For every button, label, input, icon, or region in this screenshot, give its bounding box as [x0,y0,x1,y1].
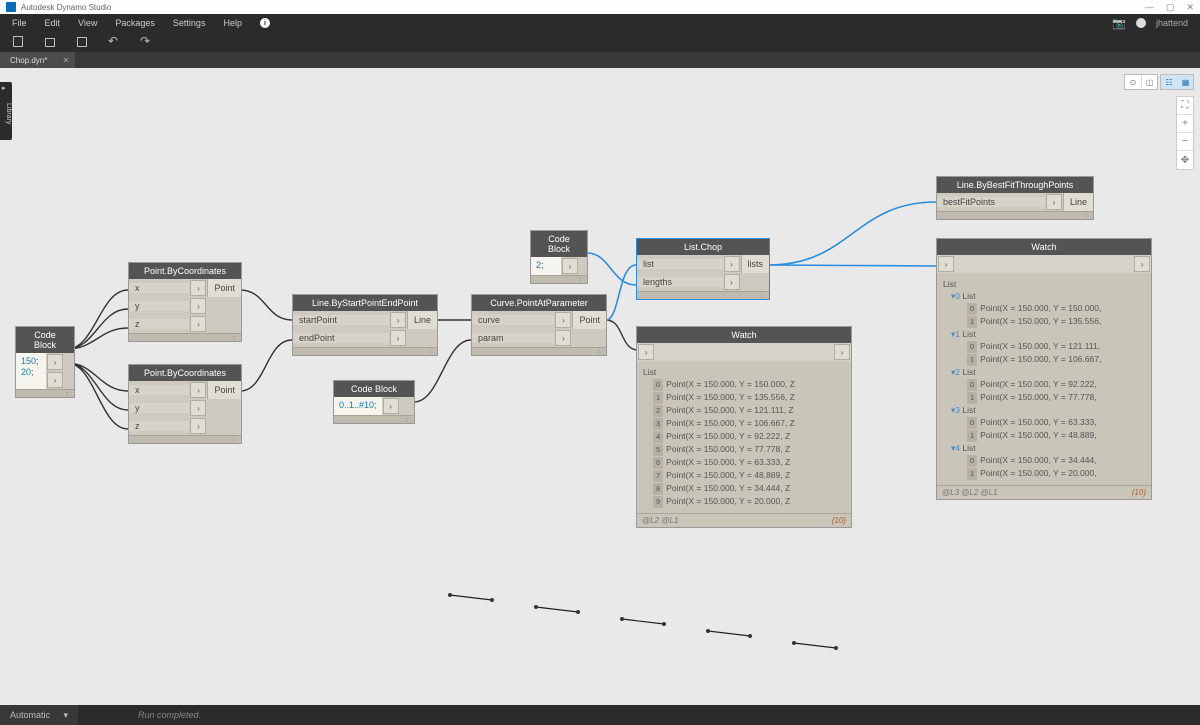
input-port[interactable]: › [390,330,406,346]
view-toggles: ⊙ ◫ ☷ ▦ [1124,74,1194,90]
title-bar: Autodesk Dynamo Studio — ▢ ✕ [0,0,1200,14]
maximize-button[interactable]: ▢ [1166,2,1175,13]
view-3d-icon[interactable]: ▦ [1177,75,1193,89]
node-point-by-coordinates-2[interactable]: Point.ByCoordinates x› y› z› Point [128,364,242,444]
menu-file[interactable]: File [12,18,27,28]
zoom-in-icon[interactable]: + [1177,115,1193,133]
output-port[interactable]: Point [207,279,241,297]
view-nav-icon[interactable]: ⊙ [1125,75,1141,89]
input-port[interactable]: › [190,316,206,332]
library-panel-handle[interactable]: Library ▸ [0,82,12,140]
menu-edit[interactable]: Edit [45,18,61,28]
code-input[interactable]: 0..1..#10; [334,397,382,415]
open-file-icon[interactable] [44,36,56,48]
node-header[interactable]: Watch [637,327,851,343]
redo-icon[interactable] [140,36,152,48]
tab-bar: Chop.dyn* ✕ [0,52,1200,68]
chevron-down-icon: ▾ [63,710,68,721]
node-header[interactable]: List.Chop [637,239,769,255]
node-header[interactable]: Code Block [334,381,414,397]
view-nav-icon[interactable]: ◫ [1141,75,1157,89]
run-mode-dropdown[interactable]: Automatic ▾ [0,705,78,725]
input-port[interactable]: › [190,298,206,314]
input-port[interactable]: › [190,280,206,296]
tab-active[interactable]: Chop.dyn* ✕ [0,52,75,68]
input-port[interactable]: › [390,312,406,328]
input-port[interactable]: › [190,400,206,416]
user-avatar-icon[interactable] [1136,18,1146,28]
status-bar: Automatic ▾ Run completed. [0,705,1200,725]
node-code-block-2[interactable]: Code Block 0..1..#10; › [333,380,415,424]
minimize-button[interactable]: — [1145,2,1154,13]
node-header[interactable]: Curve.PointAtParameter [472,295,606,311]
watch-content: List0Point(X = 150.000, Y = 150.000, Z1P… [637,361,851,513]
new-file-icon[interactable] [12,36,24,48]
node-line-by-best-fit[interactable]: Line.ByBestFitThroughPoints bestFitPoint… [936,176,1094,220]
view-graph-icon[interactable]: ☷ [1161,75,1177,89]
input-port[interactable]: › [724,274,740,290]
node-watch-1[interactable]: Watch › › List0Point(X = 150.000, Y = 150… [636,326,852,528]
tab-close-icon[interactable]: ✕ [63,56,70,65]
output-port[interactable]: lists [741,255,770,273]
zoom-fit-icon[interactable]: ⛶ [1177,97,1193,115]
code-input[interactable]: 150;20; [16,353,46,389]
watch-content: List▾0 List0Point(X = 150.000, Y = 150.0… [937,273,1151,485]
pan-icon[interactable]: ✥ [1177,151,1193,169]
output-port[interactable]: › [562,258,578,274]
node-curve-point-at-parameter[interactable]: Curve.PointAtParameter curve› param› Poi… [471,294,607,356]
node-code-block-3[interactable]: Code Block 2; › [530,230,588,284]
input-port[interactable]: › [724,256,740,272]
user-name[interactable]: jhattend [1156,18,1188,28]
node-header[interactable]: Line.ByStartPointEndPoint [293,295,437,311]
output-port[interactable]: › [834,344,850,360]
menu-bar: File Edit View Packages Settings Help i … [0,14,1200,32]
node-header[interactable]: Watch [937,239,1151,255]
node-header[interactable]: Point.ByCoordinates [129,365,241,381]
output-port[interactable]: Point [207,381,241,399]
output-port[interactable]: Line [407,311,437,329]
tab-name: Chop.dyn* [10,56,47,65]
output-port[interactable]: Point [572,311,606,329]
output-port[interactable]: › [1134,256,1150,272]
node-header[interactable]: Point.ByCoordinates [129,263,241,279]
info-icon[interactable]: i [260,18,270,28]
input-port[interactable]: › [190,418,206,434]
node-line-by-start-end[interactable]: Line.ByStartPointEndPoint startPoint› en… [292,294,438,356]
input-port[interactable]: › [555,312,571,328]
input-port[interactable]: › [1046,194,1062,210]
input-port[interactable]: › [638,344,654,360]
app-title: Autodesk Dynamo Studio [21,3,111,12]
zoom-out-icon[interactable]: − [1177,133,1193,151]
node-list-chop[interactable]: List.Chop list› lengths› lists [636,238,770,300]
node-header[interactable]: Code Block [531,231,587,257]
node-header[interactable]: Code Block [16,327,74,353]
code-input[interactable]: 2; [531,257,561,275]
menu-settings[interactable]: Settings [173,18,206,28]
close-button[interactable]: ✕ [1186,2,1194,13]
output-port[interactable]: › [47,372,63,388]
output-port[interactable]: Line [1063,193,1093,211]
menu-view[interactable]: View [78,18,97,28]
app-logo-icon [6,2,16,12]
node-code-block-1[interactable]: Code Block 150;20; › › [15,326,75,398]
node-watch-2[interactable]: Watch › › List▾0 List0Point(X = 150.000, … [936,238,1152,500]
menu-help[interactable]: Help [223,18,242,28]
menu-packages[interactable]: Packages [115,18,155,28]
geometry-preview [0,555,1200,675]
input-port[interactable]: › [555,330,571,346]
toolbar [0,32,1200,52]
output-port[interactable]: › [47,354,63,370]
output-port[interactable]: › [383,398,399,414]
input-port[interactable]: › [190,382,206,398]
save-file-icon[interactable] [76,36,88,48]
camera-icon[interactable]: 📷 [1112,17,1126,30]
node-header[interactable]: Line.ByBestFitThroughPoints [937,177,1093,193]
undo-icon[interactable] [108,36,120,48]
input-port[interactable]: › [938,256,954,272]
zoom-controls: ⛶ + − ✥ [1176,96,1194,170]
window-controls: — ▢ ✕ [1145,2,1194,13]
node-point-by-coordinates-1[interactable]: Point.ByCoordinates x› y› z› Point [128,262,242,342]
status-message: Run completed. [138,710,201,720]
canvas[interactable]: Code Block 150;20; › › Point.ByCoordinat… [0,68,1200,705]
